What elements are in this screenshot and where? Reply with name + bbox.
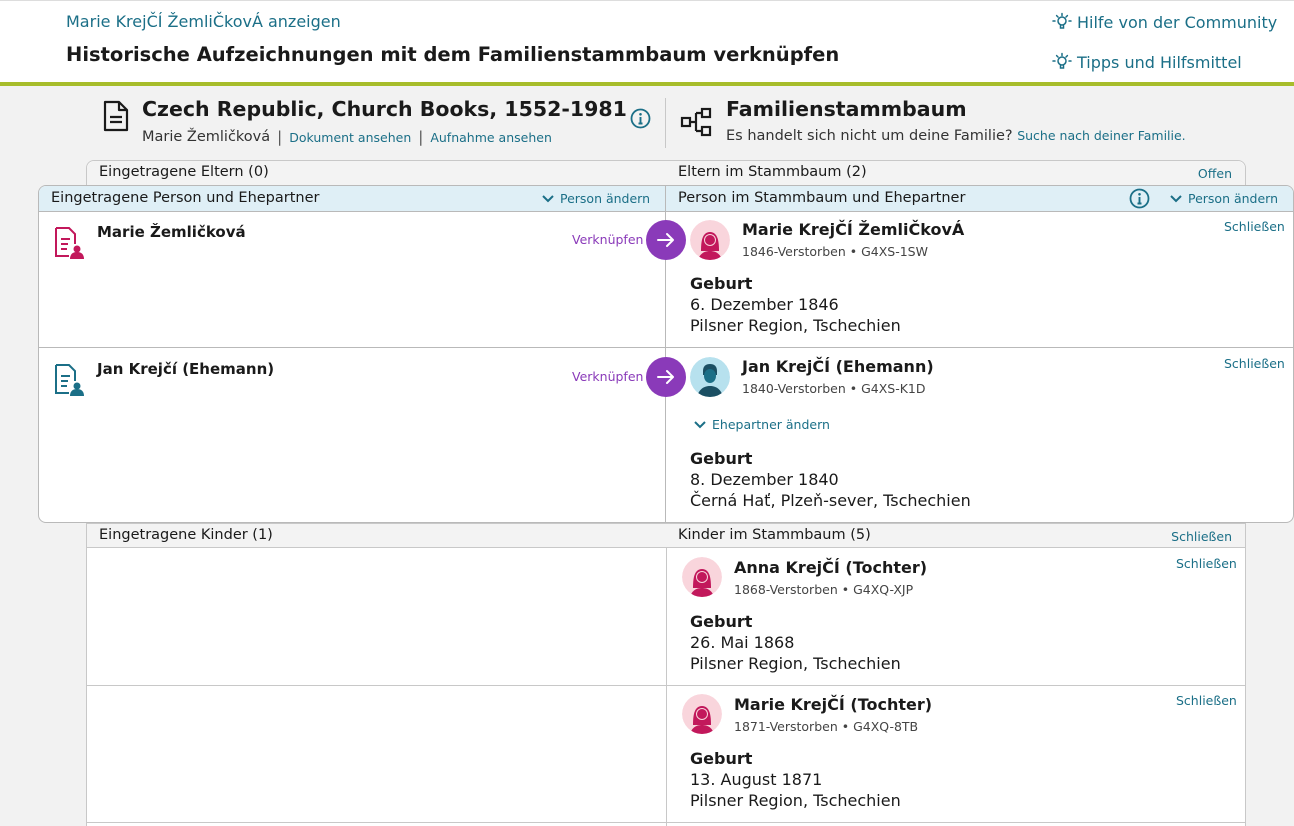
recorded-person-label: Eingetragene Person und Ehepartner: [51, 190, 320, 206]
link-person-button[interactable]: [646, 220, 686, 260]
event-label: Geburt: [690, 274, 753, 293]
community-help-label: Hilfe von der Community: [1077, 12, 1278, 32]
chevron-down-icon: [694, 420, 706, 428]
tree-subline: Es handelt sich nicht um deine Familie? …: [726, 128, 1186, 144]
event-date: 26. Mai 1868: [690, 633, 795, 652]
source-title: Czech Republic, Church Books, 1552-1981: [142, 97, 627, 121]
close-children-link[interactable]: Schließen: [1171, 529, 1232, 544]
row-divider: [39, 347, 1293, 348]
recorded-children-label: Eingetragene Kinder (1): [99, 527, 273, 543]
view-image-link[interactable]: Aufnahme ansehen: [430, 130, 552, 145]
tree-title: Familienstammbaum: [726, 97, 967, 121]
event-label: Geburt: [690, 612, 753, 631]
change-spouse-label: Ehepartner ändern: [712, 417, 830, 432]
change-person-label: Person ändern: [1188, 191, 1279, 206]
row-divider: [87, 822, 1245, 823]
info-icon[interactable]: [1129, 188, 1150, 213]
page-title: Historische Aufzeichnungen mit dem Famil…: [66, 43, 840, 66]
event-date: 8. Dezember 1840: [690, 470, 839, 489]
recorded-parents-label: Eingetragene Eltern (0): [99, 164, 269, 180]
close-person-link[interactable]: Schließen: [1224, 219, 1285, 234]
separator: |: [277, 128, 283, 146]
female-avatar-icon: [682, 557, 722, 597]
event-label: Geburt: [690, 749, 753, 768]
event-date: 6. Dezember 1846: [690, 295, 839, 314]
event-place: Černá Hať, Plzeň-sever, Tschechien: [690, 491, 971, 510]
child-name[interactable]: Marie KrejČÍ (Tochter): [734, 695, 932, 714]
link-spouse-button[interactable]: [646, 357, 686, 397]
view-person-link[interactable]: Marie KrejČÍ ŽemliČkovÁ anzeigen: [66, 12, 341, 31]
tree-spouse-meta: 1840-Verstorben • G4XS-K1D: [742, 381, 926, 396]
male-avatar-icon: [690, 357, 730, 397]
row-divider: [87, 685, 1245, 686]
event-place: Pilsner Region, Tschechien: [690, 654, 901, 673]
child-name[interactable]: Anna KrejČÍ (Tochter): [734, 558, 927, 577]
tree-spouse-name[interactable]: Jan KrejČÍ (Ehemann): [742, 357, 934, 376]
change-record-person-link[interactable]: Person ändern: [542, 191, 650, 206]
tree-person-label: Person im Stammbaum und Ehepartner: [678, 190, 966, 206]
event-place: Pilsner Region, Tschechien: [690, 791, 901, 810]
tree-children-label: Kinder im Stammbaum (5): [678, 527, 871, 543]
female-avatar-icon: [690, 220, 730, 260]
arrow-right-icon: [657, 370, 674, 384]
person-bar: Eingetragene Person und Ehepartner Perso…: [39, 186, 1293, 212]
change-tree-person-link[interactable]: Person ändern: [1170, 191, 1278, 206]
close-child-link[interactable]: Schließen: [1176, 556, 1237, 571]
info-icon[interactable]: [630, 108, 651, 133]
male-record-icon: [53, 363, 85, 401]
header-divider: [665, 98, 666, 148]
document-icon: [102, 100, 130, 136]
change-person-label: Person ändern: [560, 191, 651, 206]
chevron-down-icon: [542, 194, 554, 202]
source-subline: Marie Žemličková | Dokument ansehen | Au…: [142, 128, 552, 146]
event-date: 13. August 1871: [690, 770, 823, 789]
tree-person-name[interactable]: Marie KrejČÍ ŽemliČkovÁ: [742, 220, 964, 239]
top-header: Marie KrejČÍ ŽemliČkovÁ anzeigen Histori…: [0, 0, 1294, 86]
not-your-family-text: Es handelt sich nicht um deine Familie?: [726, 128, 1013, 144]
view-document-link[interactable]: Dokument ansehen: [289, 130, 411, 145]
tree-parents-label: Eltern im Stammbaum (2): [678, 164, 867, 180]
parents-bar: Eingetragene Eltern (0) Eltern im Stammb…: [87, 161, 1245, 186]
event-label: Geburt: [690, 449, 753, 468]
children-bar: Eingetragene Kinder (1) Kinder im Stammb…: [87, 523, 1245, 548]
female-record-icon: [53, 226, 85, 264]
lightbulb-icon: [1052, 12, 1072, 32]
person-spouse-panel: Eingetragene Person und Ehepartner Perso…: [38, 185, 1294, 523]
close-spouse-link[interactable]: Schließen: [1224, 356, 1285, 371]
separator: |: [418, 128, 424, 146]
child-meta: 1871-Verstorben • G4XQ-8TB: [734, 719, 919, 734]
lightbulb-icon: [1052, 52, 1072, 72]
family-tree-icon: [680, 106, 712, 142]
event-place: Pilsner Region, Tschechien: [690, 316, 901, 335]
female-avatar-icon: [682, 694, 722, 734]
record-spouse-name: Jan Krejčí (Ehemann): [97, 360, 275, 378]
community-help-link[interactable]: Hilfe von der Community: [1052, 12, 1277, 32]
close-child-link[interactable]: Schließen: [1176, 693, 1237, 708]
tips-link[interactable]: Tipps und Hilfsmittel: [1052, 52, 1242, 72]
change-spouse-link[interactable]: Ehepartner ändern: [694, 417, 830, 432]
link-spouse-label[interactable]: Verknüpfen: [572, 369, 643, 384]
tips-label: Tipps und Hilfsmittel: [1077, 52, 1242, 72]
child-meta: 1868-Verstorben • G4XQ-XJP: [734, 582, 914, 597]
source-person-name: Marie Žemličková: [142, 129, 271, 145]
tree-person-meta: 1846-Verstorben • G4XS-1SW: [742, 244, 928, 259]
link-person-label[interactable]: Verknüpfen: [572, 232, 643, 247]
arrow-right-icon: [657, 233, 674, 247]
open-parents-link[interactable]: Offen: [1198, 166, 1232, 181]
chevron-down-icon: [1170, 194, 1182, 202]
record-person-name: Marie Žemličková: [97, 223, 246, 241]
search-family-link[interactable]: Suche nach deiner Familie.: [1017, 128, 1185, 143]
